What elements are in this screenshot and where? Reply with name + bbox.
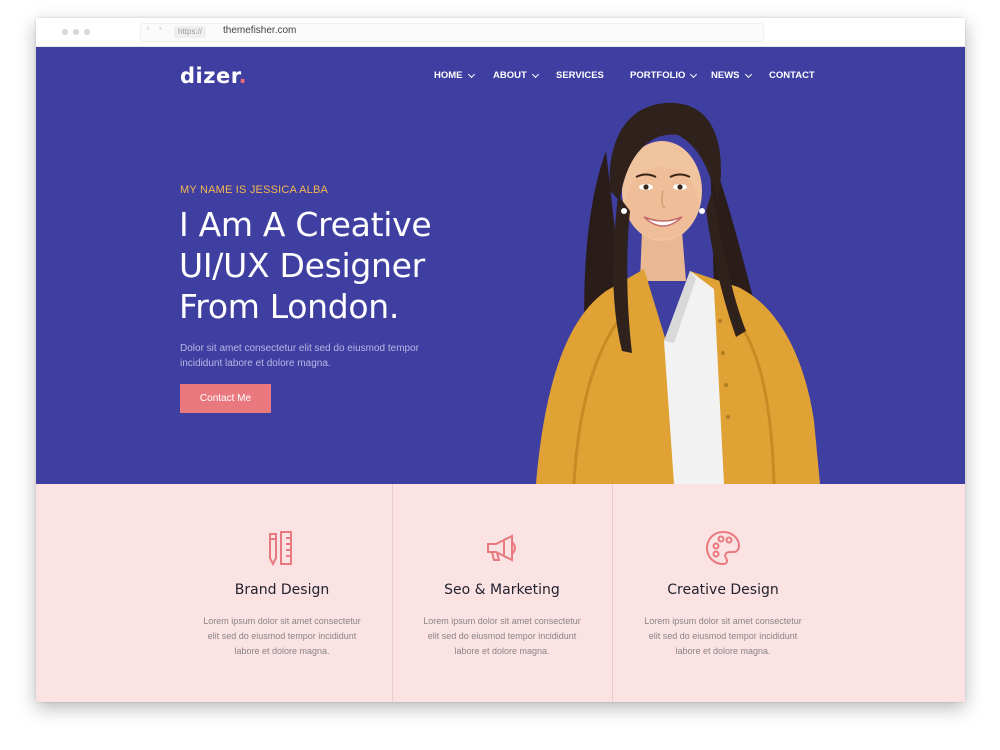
nav-label: ABOUT <box>493 70 527 81</box>
nav-label: HOME <box>434 70 463 81</box>
minimize-dot-icon[interactable] <box>73 29 79 35</box>
nav-item-news[interactable]: NEWS <box>711 70 752 81</box>
chevron-down-icon <box>467 70 475 78</box>
megaphone-icon <box>487 534 516 562</box>
browser-toolbar: ‹ › https:// themefisher.com <box>36 18 965 47</box>
hero-section: dizer. HOME ABOUT SERVICES PORTFOLIO NEW… <box>36 47 965 484</box>
url-domain[interactable]: themefisher.com <box>223 25 296 36</box>
hero-headline: I Am A Creative UI/UX Designer From Lond… <box>179 204 499 327</box>
close-dot-icon[interactable] <box>62 29 68 35</box>
service-card-brand-design: Brand Design Lorem ipsum dolor sit amet … <box>172 484 392 702</box>
site-logo[interactable]: dizer. <box>180 64 247 88</box>
contact-me-button[interactable]: Contact Me <box>180 384 271 413</box>
nav-label: NEWS <box>711 70 740 81</box>
nav-label: PORTFOLIO <box>630 70 686 81</box>
nav-item-portfolio[interactable]: PORTFOLIO <box>630 70 698 81</box>
pencil-ruler-icon <box>269 531 292 567</box>
chevron-down-icon <box>690 70 698 78</box>
nav-item-services[interactable]: SERVICES <box>556 70 604 81</box>
service-title: Seo & Marketing <box>444 582 560 598</box>
service-description: Lorem ipsum dolor sit amet consectetur e… <box>203 616 361 656</box>
service-description: Lorem ipsum dolor sit amet consectetur e… <box>423 616 581 656</box>
logo-dot: . <box>238 64 248 88</box>
headline-line: From London. <box>179 287 400 326</box>
browser-window: ‹ › https:// themefisher.com dizer. HOME… <box>36 18 965 702</box>
service-title: Creative Design <box>667 582 779 598</box>
hero-portrait-photo <box>536 102 820 484</box>
nav-label: CONTACT <box>769 70 815 81</box>
maximize-dot-icon[interactable] <box>84 29 90 35</box>
headline-line: I Am A Creative <box>179 205 432 244</box>
service-card-creative-design: Creative Design Lorem ipsum dolor sit am… <box>612 484 834 702</box>
nav-item-about[interactable]: ABOUT <box>493 70 539 81</box>
hero-lead-text: Dolor sit amet consectetur elit sed do e… <box>180 343 419 369</box>
service-description: Lorem ipsum dolor sit amet consectetur e… <box>644 616 802 656</box>
headline-line: UI/UX Designer <box>179 246 425 285</box>
logo-text: dizer <box>180 64 239 88</box>
window-controls <box>62 29 90 35</box>
nav-item-contact[interactable]: CONTACT <box>769 70 815 81</box>
back-forward-icon[interactable]: ‹ › <box>146 24 165 34</box>
services-section: Brand Design Lorem ipsum dolor sit amet … <box>36 484 965 702</box>
palette-icon <box>705 530 741 566</box>
chevron-down-icon <box>531 70 539 78</box>
service-title: Brand Design <box>234 582 330 598</box>
nav-label: SERVICES <box>556 70 604 81</box>
hero-eyebrow: MY NAME IS JESSICA ALBA <box>180 184 329 196</box>
service-card-seo-marketing: Seo & Marketing Lorem ipsum dolor sit am… <box>392 484 612 702</box>
url-protocol: https:// <box>174 26 207 38</box>
nav-item-home[interactable]: HOME <box>434 70 475 81</box>
chevron-down-icon <box>744 70 752 78</box>
